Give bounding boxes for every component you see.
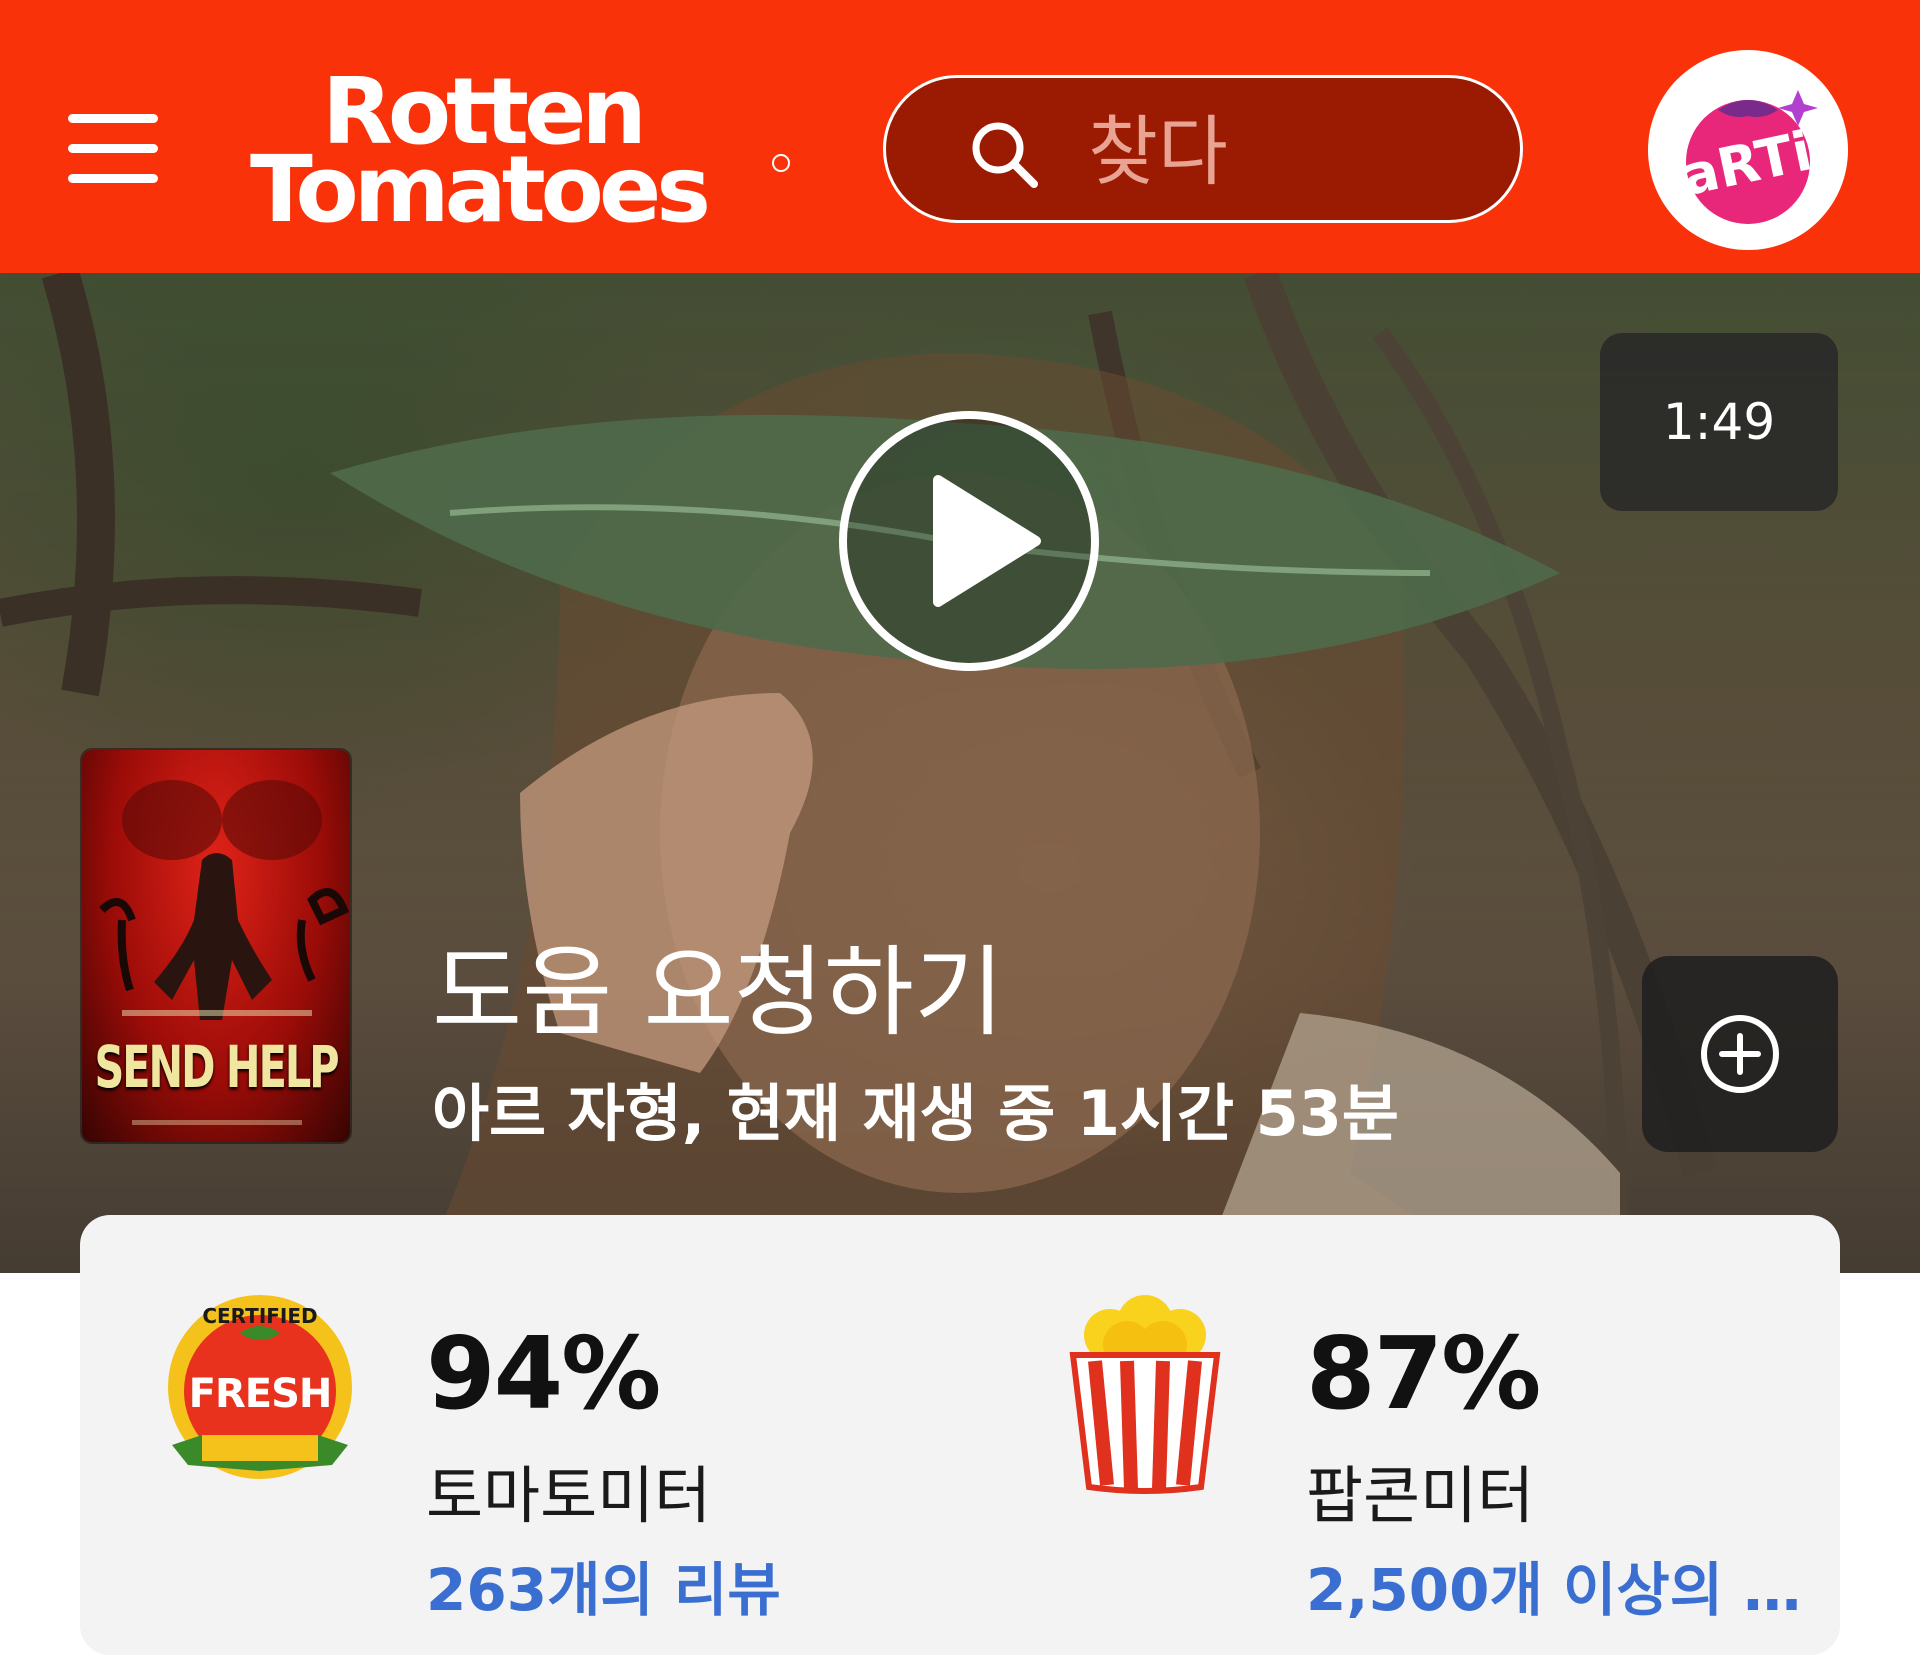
search-input[interactable]: [1086, 100, 1490, 202]
popcornmeter-block[interactable]: 87% 팝콘미터 2,500개 이상의 검...: [960, 1215, 1840, 1655]
tomatometer-reviews-link[interactable]: 263개의 리뷰: [426, 1543, 781, 1627]
arti-avatar[interactable]: aRTi: [1648, 50, 1848, 250]
rotten-tomatoes-logo[interactable]: Rotten Tomatoes: [250, 58, 790, 243]
play-button[interactable]: [836, 408, 1102, 674]
top-header: Rotten Tomatoes aRTi: [0, 0, 1920, 273]
movie-title: 도움 요청하기: [432, 936, 1005, 1050]
tomatometer-block[interactable]: CERTIFIED FRESH 94% 토마토미터 263개의 리뷰: [80, 1215, 960, 1655]
logo-line2: Tomatoes: [250, 136, 711, 243]
registered-mark-icon: [772, 154, 790, 172]
score-card: CERTIFIED FRESH 94% 토마토미터 263개의 리뷰 87% 팝…: [80, 1215, 1840, 1655]
popcorn-icon: [1069, 1295, 1221, 1494]
popcornmeter-label: 팝콘미터: [1306, 1459, 1535, 1532]
tomatometer-score: 94%: [426, 1315, 661, 1432]
video-duration: 1:49: [1600, 333, 1838, 511]
tomatometer-label: 토마토미터: [426, 1459, 712, 1532]
search-icon: [972, 122, 1038, 188]
plus-circle-icon: [1701, 1015, 1779, 1093]
fresh-text: FRESH: [189, 1371, 332, 1417]
certified-fresh-icon: CERTIFIED FRESH: [168, 1295, 352, 1479]
popcornmeter-reviews-link[interactable]: 2,500개 이상의 검...: [1306, 1543, 1826, 1627]
hero-video[interactable]: 1:49 SEND HELP 도움 요청하기 아르 자형, 현재 재생 중 1시…: [0, 273, 1920, 1273]
poster-title: SEND HELP: [94, 1033, 339, 1101]
search-bar[interactable]: [883, 75, 1523, 223]
popcornmeter-score: 87%: [1306, 1315, 1541, 1432]
arti-logo-icon: aRTi: [1676, 90, 1818, 224]
certified-text: CERTIFIED: [202, 1304, 317, 1328]
movie-meta: 아르 자형, 현재 재생 중 1시간 53분: [432, 1077, 1399, 1150]
add-to-watchlist-button[interactable]: [1642, 956, 1838, 1152]
movie-poster[interactable]: SEND HELP: [82, 750, 350, 1142]
hamburger-menu-icon[interactable]: [68, 112, 160, 184]
